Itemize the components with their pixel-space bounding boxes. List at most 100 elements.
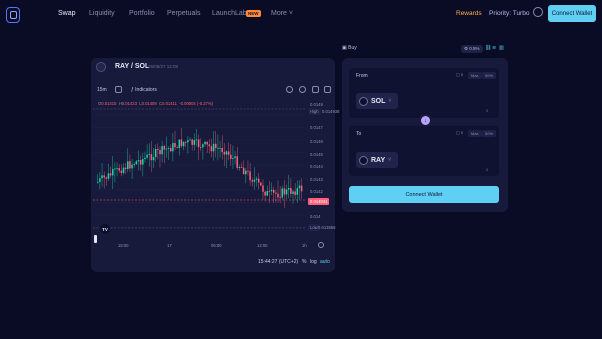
candle-body <box>290 187 292 194</box>
priority-fee-button[interactable]: Priority: Turbo <box>489 10 529 17</box>
nav-liquidity[interactable]: Liquidity <box>89 10 115 17</box>
candle-body <box>193 140 196 145</box>
to-token-select[interactable]: RAY ˅ <box>356 152 398 168</box>
candle-body <box>105 177 108 179</box>
candle-body <box>131 164 133 169</box>
candlestick-chart[interactable] <box>93 107 305 240</box>
range-button[interactable]: 1h <box>302 243 307 248</box>
candle-body <box>249 171 251 181</box>
price-tick: 0.0145 <box>310 152 323 157</box>
price-tick: 0.0147 <box>310 125 323 130</box>
nav-launchlab[interactable]: LaunchLab <box>212 10 247 17</box>
candle-body <box>150 154 153 161</box>
high-label: High <box>308 108 321 115</box>
candle-body <box>296 188 299 195</box>
price-tick: 0.014 <box>310 214 321 219</box>
buy-tab[interactable]: ▣ Buy <box>342 45 357 51</box>
candle-body <box>154 148 157 158</box>
chart-clock: 15:44:27 (UTC+2) <box>258 259 299 265</box>
fullscreen-icon[interactable] <box>312 86 319 93</box>
ohlc-readout: O0.01415 H0.01423 L0.01409 C0.01411 -0.0… <box>98 101 213 106</box>
link-icon[interactable]: ⛓ <box>485 45 491 51</box>
settings-gear-icon[interactable] <box>533 7 543 17</box>
candle-type-icon[interactable] <box>115 86 122 93</box>
candle-body <box>135 161 138 165</box>
bar-chart-icon[interactable]: ▥ <box>499 45 504 51</box>
candle-body <box>146 154 148 158</box>
pair-timestamp: 25/06/27 12:08 <box>148 64 179 69</box>
slippage-button[interactable]: ⚙ 0.5% <box>461 45 483 53</box>
nav-perpetuals[interactable]: Perpetuals <box>167 10 200 17</box>
candle-body <box>167 147 170 149</box>
candle-body <box>240 166 243 168</box>
candle-body <box>234 156 236 159</box>
candle-body <box>97 181 99 183</box>
raydium-logo-icon[interactable] <box>6 7 20 23</box>
time-tick: 17 <box>167 243 172 248</box>
price-tick: 0.0149 <box>310 102 323 107</box>
time-tick: 12:00 <box>257 243 268 248</box>
nav-more[interactable]: More ˅ <box>271 10 293 17</box>
connect-wallet-button-top[interactable]: Connect Wallet <box>548 5 596 22</box>
max-button[interactable]: Max <box>468 130 482 137</box>
candle-body <box>223 152 226 155</box>
sol-token-icon <box>359 96 368 106</box>
from-amount[interactable]: 0 <box>486 108 488 113</box>
candle-body <box>109 173 112 176</box>
candle-body <box>208 144 211 147</box>
candle-body <box>215 143 217 148</box>
candle-body <box>169 147 172 152</box>
chevron-down-icon: ˅ <box>388 98 392 104</box>
chart-settings-icon[interactable] <box>299 86 306 93</box>
ray-token-icon <box>359 155 368 165</box>
scroll-handle[interactable] <box>94 235 97 243</box>
candle-body <box>197 139 200 148</box>
nav-portfolio[interactable]: Portfolio <box>129 10 155 17</box>
candle-body <box>260 182 262 186</box>
candle-body <box>283 188 286 195</box>
candle-body <box>200 147 202 148</box>
candle-body <box>268 191 271 192</box>
half-button[interactable]: 50% <box>482 130 497 137</box>
candle-body <box>257 178 260 183</box>
wallet-icon: ▢ 0 <box>456 130 464 135</box>
chart-toggle-icon[interactable]: ≋ <box>492 45 496 51</box>
indicators-button[interactable]: ƒ Indicators <box>131 87 157 93</box>
candle-body <box>287 187 290 190</box>
candle-body <box>182 141 185 147</box>
candle-body <box>212 143 215 152</box>
percent-toggle[interactable]: % <box>302 259 306 265</box>
candle-body <box>157 148 159 150</box>
candle-body <box>300 185 303 192</box>
candle-body <box>277 193 279 198</box>
candle-body <box>238 166 241 168</box>
candle-body <box>210 146 213 152</box>
pair-title[interactable]: RAY / SOL <box>115 63 149 70</box>
candle-body <box>178 139 181 149</box>
price-tick: 0.0142 <box>310 189 323 194</box>
candle-body <box>264 191 266 196</box>
candle-body <box>124 167 127 170</box>
buy-icon: ▣ <box>342 45 347 51</box>
chevron-down-icon: ˅ <box>288 10 293 17</box>
half-button[interactable]: 50% <box>482 72 497 79</box>
screenshot-icon[interactable] <box>286 86 293 93</box>
to-amount[interactable]: 0 <box>486 167 488 172</box>
snapshot-camera-icon[interactable] <box>324 86 331 93</box>
candle-body <box>294 191 296 195</box>
candle-body <box>262 185 264 192</box>
candle-body <box>206 141 208 145</box>
high-value: 0.014938 <box>322 109 340 114</box>
clock-settings-icon[interactable] <box>318 242 324 248</box>
rewards-link[interactable]: Rewards <box>456 10 482 17</box>
auto-toggle[interactable]: auto <box>320 259 330 265</box>
interval-selector[interactable]: 15m <box>97 87 107 93</box>
from-token-select[interactable]: SOL ˅ <box>356 93 398 109</box>
new-badge: NEW <box>246 10 261 17</box>
max-button[interactable]: Max <box>468 72 482 79</box>
log-toggle[interactable]: log <box>310 259 317 265</box>
candle-body <box>148 154 150 155</box>
nav-swap[interactable]: Swap <box>58 10 76 17</box>
connect-wallet-button[interactable]: Connect Wallet <box>349 186 499 203</box>
low-value: 0.013658 <box>318 225 336 230</box>
